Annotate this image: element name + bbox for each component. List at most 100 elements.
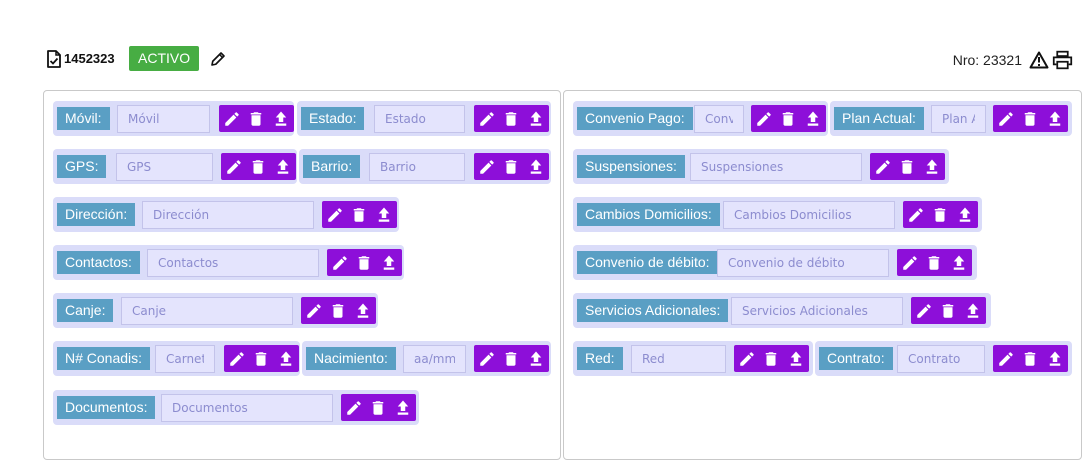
pencil-icon[interactable] (874, 158, 892, 176)
pencil-icon[interactable] (755, 110, 773, 128)
trash-icon[interactable] (252, 350, 270, 368)
trash-icon[interactable] (502, 158, 520, 176)
pencil-icon[interactable] (223, 110, 241, 128)
gps-actions (221, 153, 296, 180)
estado-input[interactable] (374, 105, 465, 133)
pencil-icon[interactable] (478, 350, 496, 368)
field-group-red: Red: (573, 341, 813, 376)
left-panel: Móvil: Estado: GPS: Barrio: (43, 90, 561, 460)
upload-icon[interactable] (1046, 350, 1064, 368)
upload-icon[interactable] (375, 206, 393, 224)
trash-icon[interactable] (1021, 110, 1039, 128)
pencil-icon[interactable] (907, 206, 925, 224)
pencil-icon[interactable] (478, 110, 496, 128)
trash-icon[interactable] (1021, 350, 1039, 368)
pencil-icon[interactable] (305, 302, 323, 320)
upload-icon[interactable] (527, 110, 545, 128)
conadis-input[interactable] (155, 345, 215, 373)
trash-icon[interactable] (329, 302, 347, 320)
field-group-contrato: Contrato: (815, 341, 1072, 376)
upload-icon[interactable] (923, 158, 941, 176)
trash-icon[interactable] (898, 158, 916, 176)
movil-input[interactable] (117, 105, 210, 133)
nacimiento-label: Nacimiento: (306, 347, 396, 370)
field-group-movil: Móvil: (53, 101, 294, 136)
plan-actual-label: Plan Actual: (834, 107, 924, 130)
warning-icon[interactable] (1029, 51, 1049, 69)
pencil-icon[interactable] (915, 302, 933, 320)
red-input[interactable] (631, 345, 726, 373)
trash-icon[interactable] (369, 399, 387, 417)
pencil-icon[interactable] (738, 350, 756, 368)
upload-icon[interactable] (394, 399, 412, 417)
upload-icon[interactable] (272, 110, 290, 128)
pencil-icon[interactable] (225, 158, 243, 176)
conadis-label: N# Conadis: (57, 347, 151, 370)
canje-input[interactable] (121, 297, 293, 325)
pencil-icon[interactable] (997, 350, 1015, 368)
pencil-icon[interactable] (331, 254, 349, 272)
trash-icon[interactable] (939, 302, 957, 320)
pencil-icon[interactable] (478, 158, 496, 176)
upload-icon[interactable] (277, 350, 295, 368)
upload-icon[interactable] (956, 206, 974, 224)
upload-icon[interactable] (964, 302, 982, 320)
trash-icon[interactable] (925, 254, 943, 272)
plan-actual-input[interactable] (931, 105, 986, 133)
documentos-input[interactable] (161, 394, 333, 422)
cambios-domicilios-input[interactable] (723, 201, 895, 229)
field-group-convenio-pago: Convenio Pago: (573, 101, 828, 136)
printer-icon[interactable] (1052, 50, 1073, 70)
trash-icon[interactable] (779, 110, 797, 128)
pencil-icon[interactable] (901, 254, 919, 272)
status-badge: ACTIVO (129, 46, 200, 71)
upload-icon[interactable] (354, 302, 372, 320)
barrio-label: Barrio: (303, 155, 361, 178)
convenio-debito-input[interactable] (717, 249, 889, 277)
right-panel: Convenio Pago: Plan Actual: Suspensiones… (563, 90, 1082, 460)
trash-icon[interactable] (931, 206, 949, 224)
trash-icon[interactable] (355, 254, 373, 272)
field-group-barrio: Barrio: (299, 149, 551, 184)
trash-icon[interactable] (247, 110, 265, 128)
gps-input[interactable] (116, 153, 213, 181)
field-group-convenio-debito: Convenio de débito: (573, 245, 977, 280)
upload-icon[interactable] (274, 158, 292, 176)
red-actions (734, 345, 809, 372)
pencil-icon[interactable] (345, 399, 363, 417)
nacimiento-input[interactable] (403, 345, 466, 373)
upload-icon[interactable] (1046, 110, 1064, 128)
upload-icon[interactable] (527, 350, 545, 368)
field-group-nacimiento: Nacimiento: (302, 341, 551, 376)
upload-icon[interactable] (804, 110, 822, 128)
upload-icon[interactable] (527, 158, 545, 176)
convenio-pago-input[interactable] (694, 105, 744, 133)
pencil-icon[interactable] (326, 206, 344, 224)
pencil-icon[interactable] (228, 350, 246, 368)
convenio-pago-actions (751, 105, 826, 132)
suspensiones-actions (870, 153, 945, 180)
field-group-documentos: Documentos: (53, 390, 419, 425)
trash-icon[interactable] (502, 110, 520, 128)
pencil-icon[interactable] (997, 110, 1015, 128)
suspensiones-input[interactable] (690, 153, 862, 181)
upload-icon[interactable] (380, 254, 398, 272)
servicios-adicionales-input[interactable] (731, 297, 903, 325)
direccion-input[interactable] (142, 201, 314, 229)
upload-icon[interactable] (950, 254, 968, 272)
documentos-label: Documentos: (57, 396, 156, 419)
trash-icon[interactable] (502, 350, 520, 368)
trash-icon[interactable] (762, 350, 780, 368)
barrio-input[interactable] (369, 153, 465, 181)
plan-actual-actions (993, 105, 1068, 132)
record-id: 1452323 (64, 51, 115, 66)
conadis-actions (224, 345, 299, 372)
field-group-conadis: N# Conadis: (53, 341, 300, 376)
trash-icon[interactable] (350, 206, 368, 224)
pencil-icon[interactable] (209, 50, 227, 68)
contrato-input[interactable] (897, 345, 985, 373)
upload-icon[interactable] (787, 350, 805, 368)
trash-icon[interactable] (249, 158, 267, 176)
servicios-adicionales-label: Servicios Adicionales: (577, 299, 729, 322)
contactos-input[interactable] (147, 249, 319, 277)
